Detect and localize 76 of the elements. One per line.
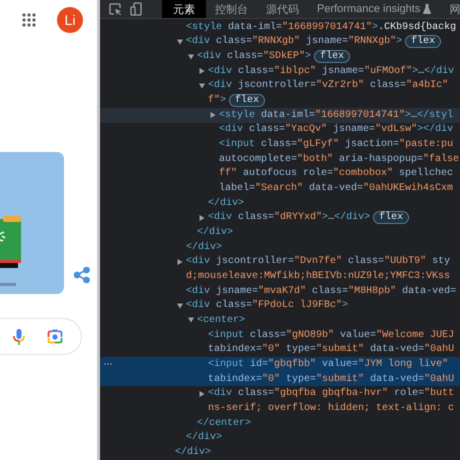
flask-icon [423,4,432,14]
code-text: </div> [175,446,212,458]
code-text: label="Search" data-ved="0ahUKEwih4sCxm [219,183,454,194]
dom-node-row[interactable]: <div jsname="mvaK7d" class="M8H8pb" data-ved= [100,284,460,298]
code-text: f"> [208,95,226,106]
code-text: <center> [197,314,246,326]
code-text: </div> [186,242,222,253]
code-text: <div jsname="mvaK7d" class="M8H8pb" data-ved= [186,286,456,297]
code-text: <div class="RNNXgb" jsname="RNNXgb"> [186,36,402,48]
dom-node-row[interactable]: <div jscontroller="vZr2rb" class="a4bIc" f"> flex [100,78,460,108]
account-avatar[interactable]: Li [57,7,83,33]
collapsed-arrow-icon[interactable] [199,390,205,397]
more-icon[interactable] [104,363,112,366]
collapsed-arrow-icon[interactable] [210,112,216,118]
flex-badge[interactable]: flex [373,211,410,224]
code-text: <div class="gbqfba gbqfba-hvr" role="butt [208,388,454,400]
dom-node-row[interactable]: <input class="gNO89b" value="Welcome JUEJ tabindex="0" type="submit" data-ved="0ahU [100,328,460,358]
code-text: d;mouseleave:MWfikb;hBEIVb:nUZ9le;YMFC3:VKss [186,270,450,282]
microphone-icon[interactable] [13,328,25,344]
code-text: <div class="YacQv" jsname="vdLsw"></div [219,124,454,136]
code-text: </center> [197,418,252,429]
dom-node-row[interactable]: <div class="RNNXgb" jsname="RNNXgb"> flex [100,34,460,50]
expanded-arrow-icon[interactable] [188,317,194,324]
code-text: <div jscontroller="Dvn7fe" class="UUbT9" sty [186,256,450,268]
code-text: </div> [186,432,222,444]
dom-node-row[interactable]: <div jscontroller="Dvn7fe" class="UUbT9" sty d;mouseleave:MWfikb;hBEIVb:nUZ9le;YMFC3:VKss [100,254,460,284]
expanded-arrow-icon[interactable] [199,82,205,89]
code-text: </div> [197,227,234,238]
device-toolbar-icon[interactable] [130,2,142,16]
code-text: tabindex="0" type="submit" data-ved="0ahU [208,344,454,356]
code-text: <div class="dRYYxd">…</div> [208,212,370,224]
collapsed-arrow-icon[interactable] [177,258,183,265]
dom-node-row[interactable]: <div class="dRYYxd">…</div> flex [100,210,460,226]
apps-grid-icon[interactable] [22,13,36,27]
share-icon[interactable] [74,267,90,283]
devtools-tab[interactable]: 控制台 [206,0,257,18]
code-text: <input class="gLFyf" jsaction="paste:pu [219,139,454,150]
dom-node-row[interactable]: <div class="gbqfba gbqfba-hvr" role="butt ns-serif; overflow: hidden; text-align: c [100,386,460,416]
dom-node-row[interactable]: <div class="FPdoLc lJ9FBc"> [100,298,460,314]
dom-node-row[interactable]: <div class="YacQv" jsname="vdLsw"></div [100,122,460,138]
collapsed-arrow-icon[interactable] [199,68,205,74]
flex-badge[interactable]: flex [405,35,442,48]
flex-badge[interactable]: flex [314,50,350,64]
code-text: <div class="FPdoLc lJ9FBc"> [186,300,348,312]
code-text: <div class="SDkEP"> [197,51,312,62]
code-text: ns-serif; overflow: hidden; text-align: c [208,402,454,414]
code-text: <div jscontroller="vZr2rb" class="a4bIc" [208,80,448,92]
inspect-element-icon[interactable] [109,2,122,16]
dom-node-row[interactable]: <div class="iblpc" jsname="uFMOof">…</div [100,64,460,79]
code-text: <input id="gbqfbb" value="JYM long live" [208,358,448,370]
code-text: <style data-iml="1668997014741">…</styl [219,110,454,121]
camera-icon[interactable] [47,329,63,344]
devtools-tab[interactable]: 网 [440,0,460,18]
devtools-tab[interactable]: 源代码 [257,0,308,18]
doodle-drawing [0,216,22,287]
code-text: autocomplete="both" aria-haspopup="false [219,154,460,165]
collapsed-arrow-icon[interactable] [199,214,205,221]
expanded-arrow-icon[interactable] [177,302,183,309]
dom-node-row[interactable]: <input class="gLFyf" jsaction="paste:pu autocomplete="both" aria-haspopup="false ff" autofocus role="combobox" spellchec label="Search" data-ved="0ahUKEwih4sCxm [100,137,460,196]
dom-node-row[interactable]: <center> [100,313,460,328]
dom-node-row[interactable]: <div class="SDkEP"> flex [100,49,460,64]
code-text: tabindex="0" type="submit" data-ved="0ahU [208,374,454,385]
dom-node-row[interactable]: <style data-iml="1668997014741">.CKb9sd{backg [100,20,460,35]
code-text: <input class="gNO89b" value="Welcome JUEJ [208,330,454,341]
search-bar[interactable] [0,318,82,355]
flex-badge[interactable]: flex [229,94,266,108]
code-text: <style data-iml="1668997014741">.CKb9sd{backg [186,22,456,33]
devtools-tab[interactable]: Performance insights [308,0,440,18]
code-text: <div class="iblpc" jsname="uFMOof">…</div [208,66,454,77]
devtools-tab[interactable]: 元素 [162,0,206,18]
code-text: ff" autofocus role="combobox" spellchec [219,168,454,180]
dom-node-row[interactable]: <style data-iml="1668997014741">…</styl [100,108,460,123]
dom-node-row[interactable]: <input id="gbqfbb" value="JYM long live" tabindex="0" type="submit" data-ved="0ahU [100,357,460,386]
expanded-arrow-icon[interactable] [188,54,194,60]
code-text: </div> [208,198,244,209]
expanded-arrow-icon[interactable] [177,38,183,45]
